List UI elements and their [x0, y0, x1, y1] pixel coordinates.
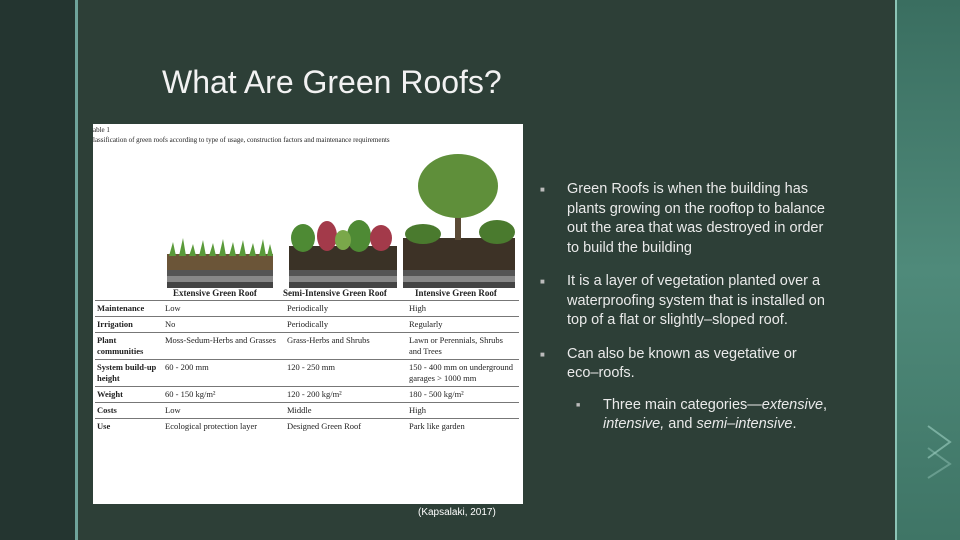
intensive-roof-illustration	[403, 154, 515, 288]
square-bullet-icon: ■	[540, 349, 545, 359]
cell-extensive: Ecological protection layer	[163, 418, 285, 434]
green-roof-table: Maintenance Low Periodically High Irriga…	[95, 300, 519, 434]
row-label: Costs	[95, 402, 163, 419]
table-row: Weight 60 - 150 kg/m² 120 - 200 kg/m² 18…	[95, 386, 519, 403]
sub-bullet-suffix: .	[792, 416, 797, 432]
cell-intensive: Park like garden	[407, 418, 519, 434]
cell-extensive: 60 - 150 kg/m²	[163, 386, 285, 403]
bullet-item: ■ Can also be known as vegetative or eco…	[540, 345, 830, 384]
category-intensive: intensive,	[603, 416, 665, 432]
bullet-text: Can also be known as vegetative or eco–r…	[567, 345, 797, 382]
slide-title: What Are Green Roofs?	[162, 64, 502, 100]
cell-semi: Grass-Herbs and Shrubs	[285, 332, 407, 360]
table-row: Maintenance Low Periodically High	[95, 300, 519, 317]
table-row: Irrigation No Periodically Regularly	[95, 316, 519, 333]
cell-intensive: High	[407, 402, 519, 419]
table-row: Plant communities Moss-Sedum-Herbs and G…	[95, 332, 519, 360]
table-row: Costs Low Middle High	[95, 402, 519, 419]
cell-semi: Periodically	[285, 300, 407, 317]
table-row: System build-up height 60 - 200 mm 120 -…	[95, 359, 519, 387]
semi-intensive-roof-illustration	[289, 220, 397, 288]
figure-label: able 1	[93, 126, 110, 134]
cell-intensive: 150 - 400 mm on underground garages > 10…	[407, 359, 519, 387]
row-label: Use	[95, 418, 163, 434]
cell-intensive: Lawn or Perennials, Shrubs and Trees	[407, 332, 519, 360]
roof-type-semi-intensive: Semi-Intensive Green Roof	[283, 288, 387, 298]
cell-intensive: Regularly	[407, 316, 519, 333]
bullet-item: ■ Green Roofs is when the building has p…	[540, 180, 830, 258]
figure-caption: lassification of green roofs according t…	[93, 136, 390, 144]
table-row: Use Ecological protection layer Designed…	[95, 418, 519, 434]
sub-bullet-item: ■ Three main categories—extensive, inten…	[540, 396, 830, 435]
cell-extensive: No	[163, 316, 285, 333]
green-roof-figure: able 1 lassification of green roofs acco…	[93, 124, 523, 504]
sub-bullet-sep: ,	[823, 396, 828, 413]
bullet-list: ■ Green Roofs is when the building has p…	[540, 180, 830, 435]
cell-extensive: Low	[163, 300, 285, 317]
row-label: Maintenance	[95, 300, 163, 317]
row-label: Irrigation	[95, 316, 163, 333]
cell-semi: Designed Green Roof	[285, 418, 407, 434]
square-bullet-icon: ■	[576, 401, 581, 409]
cell-semi: 120 - 250 mm	[285, 359, 407, 387]
roof-type-extensive: Extensive Green Roof	[173, 288, 257, 298]
sub-bullet-sep: and	[664, 416, 697, 432]
cell-semi: 120 - 200 kg/m²	[285, 386, 407, 403]
cell-intensive: High	[407, 300, 519, 317]
cell-semi: Periodically	[285, 316, 407, 333]
bullet-text: Green Roofs is when the building has pla…	[567, 181, 825, 256]
sub-bullet-prefix: Three main categories—	[603, 396, 762, 413]
bullet-item: ■ It is a layer of vegetation planted ov…	[540, 272, 830, 331]
cell-extensive: 60 - 200 mm	[163, 359, 285, 387]
row-label: System build-up height	[95, 359, 163, 387]
cell-extensive: Low	[163, 402, 285, 419]
bullet-text: It is a layer of vegetation planted over…	[567, 273, 825, 328]
chevron-decoration-icon	[927, 425, 952, 479]
cell-semi: Middle	[285, 402, 407, 419]
cell-intensive: 180 - 500 kg/m²	[407, 386, 519, 403]
row-label: Weight	[95, 386, 163, 403]
right-band	[897, 0, 960, 540]
cell-extensive: Moss-Sedum-Herbs and Grasses	[163, 332, 285, 360]
category-semi-intensive: semi–intensive	[696, 416, 793, 432]
extensive-roof-illustration	[167, 238, 273, 288]
square-bullet-icon: ■	[540, 277, 545, 286]
category-extensive: extensive	[761, 396, 824, 413]
left-band	[0, 0, 76, 540]
square-bullet-icon: ■	[540, 185, 545, 194]
image-credit: (Kapsalaki, 2017)	[418, 507, 496, 518]
roof-type-intensive: Intensive Green Roof	[415, 288, 497, 298]
row-label: Plant communities	[95, 332, 163, 360]
